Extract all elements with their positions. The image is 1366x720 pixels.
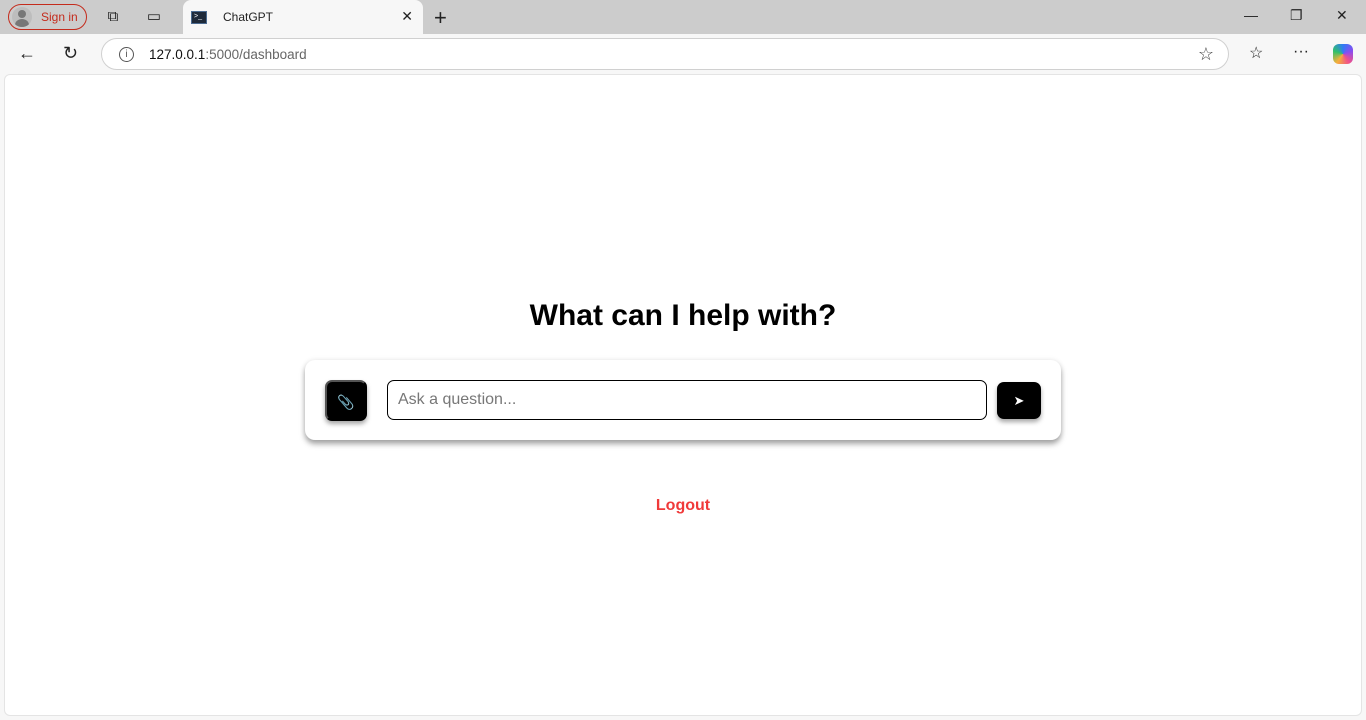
copilot-icon[interactable]	[1333, 44, 1353, 64]
tab-chatgpt[interactable]: >_ ChatGPT ✕	[183, 0, 423, 34]
attach-button[interactable]: 📎	[325, 380, 367, 421]
profile-avatar-icon	[12, 7, 32, 27]
send-button[interactable]: ➤	[997, 382, 1041, 419]
info-icon[interactable]: i	[119, 46, 134, 62]
question-input[interactable]	[387, 380, 987, 420]
address-bar[interactable]: i 127.0.0.1:5000/dashboard ☆	[101, 38, 1229, 70]
sign-in-button[interactable]: Sign in	[8, 4, 87, 30]
sign-in-label: Sign in	[41, 10, 78, 24]
workspaces-icon[interactable]: ⧉	[104, 8, 122, 26]
back-icon[interactable]: ←	[18, 43, 36, 64]
tab-title: ChatGPT	[223, 10, 274, 24]
refresh-icon[interactable]: ↻	[63, 43, 78, 64]
paperclip-icon: 📎	[337, 394, 355, 410]
url-path: :5000/dashboard	[205, 46, 307, 62]
favorite-star-icon[interactable]: ☆	[1198, 44, 1214, 65]
send-arrow-icon: ➤	[1013, 393, 1025, 408]
close-window-icon[interactable]: ✕	[1336, 7, 1348, 24]
page-title: What can I help with?	[529, 299, 837, 332]
more-menu-icon[interactable]: ···	[1293, 43, 1309, 61]
url-host: 127.0.0.1	[149, 46, 206, 62]
favorites-icon[interactable]: ☆	[1249, 43, 1263, 63]
close-tab-icon[interactable]: ✕	[401, 8, 413, 25]
tab-bar: Sign in ⧉ ▭ >_ ChatGPT ✕ + — ❐ ✕	[0, 0, 1366, 34]
new-tab-icon[interactable]: +	[434, 5, 447, 31]
browser-toolbar: ← ↻ i 127.0.0.1:5000/dashboard ☆ ☆ ···	[0, 34, 1366, 74]
minimize-icon[interactable]: —	[1244, 7, 1258, 23]
restore-icon[interactable]: ❐	[1290, 7, 1303, 24]
terminal-favicon-icon: >_	[191, 10, 207, 24]
chat-input-card: 📎 ➤	[305, 360, 1061, 440]
page-content: What can I help with? 📎 ➤ Logout	[4, 74, 1362, 716]
vertical-tabs-icon[interactable]: ▭	[145, 8, 163, 26]
logout-link[interactable]: Logout	[5, 497, 1361, 515]
